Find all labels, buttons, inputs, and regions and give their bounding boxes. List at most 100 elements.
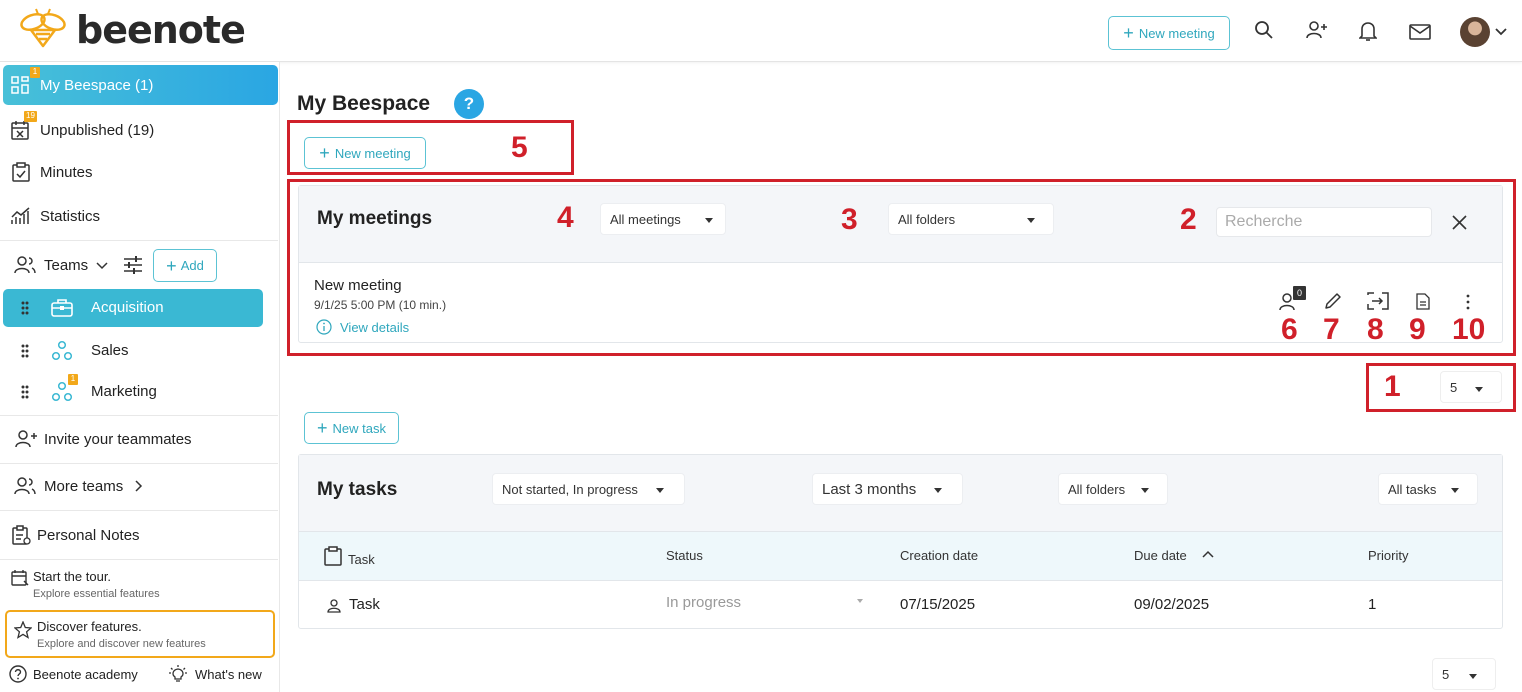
calendar-x-icon bbox=[11, 121, 29, 140]
search-icon[interactable] bbox=[1254, 20, 1274, 40]
drag-handle-icon[interactable] bbox=[21, 385, 29, 399]
sidebar-team-sales[interactable]: Sales bbox=[3, 332, 263, 370]
personal-notes-label: Personal Notes bbox=[37, 526, 140, 544]
task-status[interactable]: In progress bbox=[666, 594, 741, 611]
statistics-label: Statistics bbox=[40, 207, 101, 225]
minutes-label: Minutes bbox=[40, 163, 93, 181]
column-header-priority[interactable]: Priority bbox=[1368, 548, 1408, 563]
my-beespace-badge: 1 bbox=[30, 67, 40, 78]
chevron-down-icon[interactable] bbox=[1495, 28, 1507, 36]
help-icon[interactable]: ? bbox=[454, 89, 484, 119]
notes-icon bbox=[12, 525, 31, 545]
caret-down-icon bbox=[1469, 674, 1477, 679]
plus-icon: + bbox=[1123, 23, 1134, 43]
annotation-number: 1 bbox=[1384, 370, 1401, 403]
team-label: Marketing bbox=[91, 383, 157, 400]
lightbulb-icon bbox=[169, 665, 187, 682]
mail-icon[interactable] bbox=[1409, 24, 1431, 40]
annotation-number: 5 bbox=[511, 131, 528, 164]
annotation-number: 10 bbox=[1452, 313, 1486, 346]
sidebar-item-statistics[interactable]: Statistics bbox=[0, 196, 278, 236]
caret-down-icon[interactable] bbox=[857, 599, 863, 603]
sidebar-item-minutes[interactable]: Minutes bbox=[0, 152, 278, 192]
sidebar-item-unpublished[interactable]: 19 Unpublished (19) bbox=[0, 110, 278, 150]
new-task-button[interactable]: + New task bbox=[304, 412, 399, 444]
add-user-icon[interactable] bbox=[1305, 20, 1329, 40]
tour-title: Start the tour. bbox=[33, 569, 112, 584]
briefcase-icon bbox=[51, 299, 73, 317]
annotation-number: 6 bbox=[1281, 313, 1298, 346]
tasks-period-select[interactable]: Last 3 months bbox=[812, 473, 963, 505]
sidebar-item-invite[interactable]: Invite your teammates bbox=[0, 419, 278, 459]
tasks-folder-value: All folders bbox=[1068, 481, 1126, 497]
dashboard-icon bbox=[11, 76, 29, 94]
sort-ascending-icon[interactable] bbox=[1202, 550, 1214, 558]
invite-label: Invite your teammates bbox=[44, 430, 192, 448]
tasks-title: My tasks bbox=[317, 479, 398, 500]
tasks-status-value: Not started, In progress bbox=[502, 481, 638, 497]
drag-handle-icon[interactable] bbox=[21, 344, 29, 358]
caret-down-icon bbox=[934, 488, 942, 493]
tasks-page-size-value: 5 bbox=[1442, 666, 1450, 682]
discover-subtitle: Explore and discover new features bbox=[37, 638, 206, 650]
annotation-number: 8 bbox=[1367, 313, 1384, 346]
sidebar-divider bbox=[0, 559, 278, 560]
header-new-meeting-button[interactable]: + New meeting bbox=[1108, 16, 1230, 50]
tasks-folder-select[interactable]: All folders bbox=[1058, 473, 1168, 505]
my-beespace-label: My Beespace (1) bbox=[40, 76, 154, 94]
task-due-date: 09/02/2025 bbox=[1134, 596, 1210, 613]
add-team-label: Add bbox=[180, 258, 204, 273]
unpublished-label: Unpublished (19) bbox=[40, 121, 155, 139]
column-header-task[interactable]: Task bbox=[348, 552, 375, 567]
filter-settings-icon[interactable] bbox=[123, 255, 143, 275]
task-priority: 1 bbox=[1368, 596, 1377, 613]
tasks-type-select[interactable]: All tasks bbox=[1378, 473, 1478, 505]
annotation-number: 4 bbox=[557, 201, 574, 234]
header-new-meeting-label: New meeting bbox=[1138, 25, 1215, 41]
team-icon bbox=[14, 477, 36, 495]
tasks-period-value: Last 3 months bbox=[822, 480, 917, 498]
sidebar-item-my-beespace[interactable]: 1 My Beespace (1) bbox=[3, 65, 278, 105]
annotation-box-5 bbox=[287, 120, 574, 175]
user-avatar[interactable] bbox=[1460, 17, 1490, 47]
column-header-creation-date[interactable]: Creation date bbox=[900, 548, 978, 563]
start-tour-link[interactable]: Start the tour. Explore essential featur… bbox=[0, 564, 278, 604]
sidebar-item-personal-notes[interactable]: Personal Notes bbox=[0, 515, 278, 555]
beenote-logo[interactable]: beenote bbox=[16, 8, 246, 52]
plus-icon: + bbox=[317, 418, 328, 438]
whats-new-link[interactable]: What's new bbox=[165, 662, 275, 686]
drag-handle-icon[interactable] bbox=[21, 301, 29, 315]
discover-features-box[interactable]: Discover features. Explore and discover … bbox=[5, 610, 275, 658]
team-label: Sales bbox=[91, 342, 129, 359]
teams-label: Teams bbox=[44, 256, 89, 274]
tasks-page-size-select[interactable]: 5 bbox=[1432, 658, 1496, 690]
star-icon bbox=[14, 621, 32, 639]
team-label: Acquisition bbox=[91, 299, 164, 316]
task-creation-date: 07/15/2025 bbox=[900, 596, 976, 613]
chevron-down-icon bbox=[96, 262, 108, 270]
annotation-number: 9 bbox=[1409, 313, 1426, 346]
column-header-status[interactable]: Status bbox=[666, 548, 703, 563]
sidebar-divider bbox=[0, 240, 278, 241]
logo-text: beenote bbox=[76, 8, 246, 52]
page-title: My Beespace bbox=[297, 92, 431, 115]
sidebar-item-more-teams[interactable]: More teams bbox=[0, 466, 278, 506]
tour-subtitle: Explore essential features bbox=[33, 588, 160, 600]
user-icon bbox=[327, 599, 341, 613]
more-teams-label: More teams bbox=[44, 477, 124, 495]
caret-down-icon bbox=[1141, 488, 1149, 493]
annotation-number: 3 bbox=[841, 203, 858, 236]
sidebar-team-acquisition[interactable]: Acquisition bbox=[3, 289, 263, 327]
academy-label: Beenote academy bbox=[33, 666, 138, 682]
add-user-icon bbox=[15, 430, 37, 448]
add-team-button[interactable]: + Add bbox=[153, 249, 217, 282]
bell-icon[interactable] bbox=[1359, 20, 1377, 42]
sidebar-team-marketing[interactable]: 1 Marketing bbox=[3, 373, 263, 411]
team-icon bbox=[14, 256, 36, 274]
beenote-academy-link[interactable]: Beenote academy bbox=[0, 662, 150, 686]
tasks-status-select[interactable]: Not started, In progress bbox=[492, 473, 685, 505]
task-name[interactable]: Task bbox=[349, 596, 380, 613]
annotation-number: 7 bbox=[1323, 313, 1340, 346]
team-circles-icon bbox=[51, 340, 73, 361]
column-header-due-date[interactable]: Due date bbox=[1134, 548, 1187, 563]
